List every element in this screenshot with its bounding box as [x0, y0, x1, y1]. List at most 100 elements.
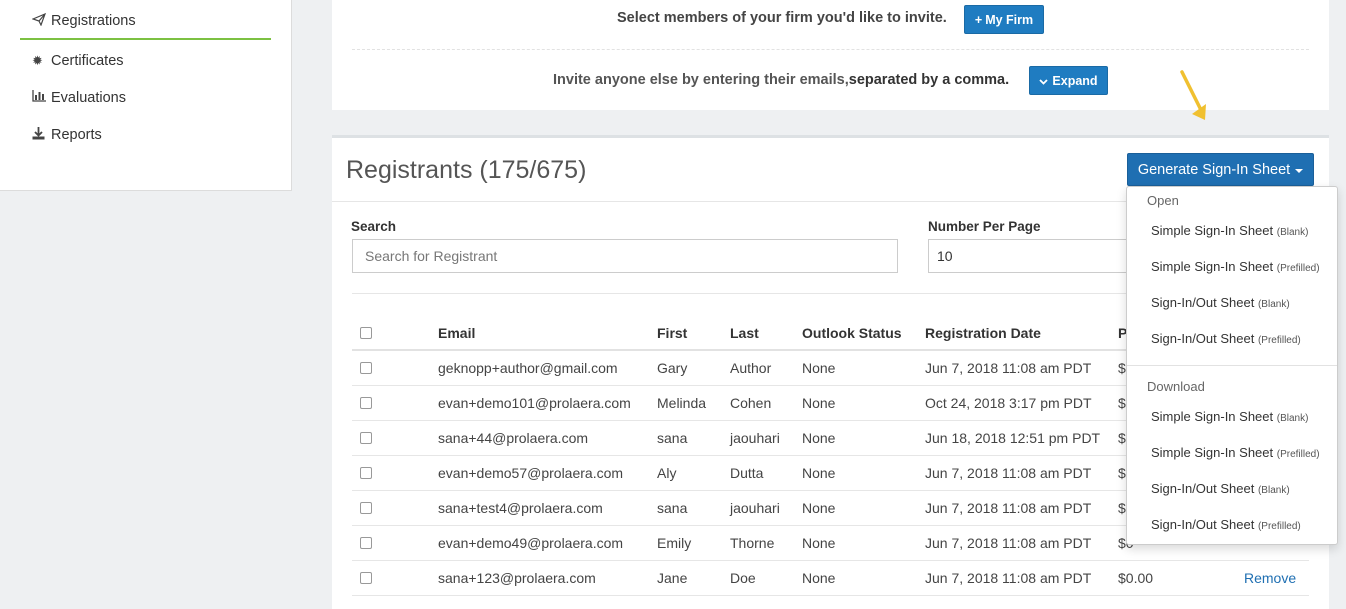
sign-in-sheet-dropdown: Open Simple Sign-In Sheet (Blank) Simple … [1126, 186, 1338, 545]
cell-last: Cohen [730, 395, 772, 411]
dropdown-item-label: Simple Sign-In Sheet [1151, 223, 1274, 238]
cell-last: Author [730, 360, 772, 376]
dropdown-item-label: Simple Sign-In Sheet [1151, 409, 1274, 424]
paper-plane-icon [31, 12, 48, 29]
invite-email-text-part1: Invite anyone else by entering their ema… [553, 72, 849, 88]
cell-outlook-status: None [802, 430, 836, 446]
annotation-arrow-icon [1180, 70, 1206, 120]
dropdown-divider [1127, 365, 1337, 366]
cell-registration-date: Jun 7, 2018 11:08 am PDT [925, 535, 1092, 551]
dropdown-item-note: (Prefilled) [1257, 335, 1301, 346]
cell-email: evan+demo101@prolaera.com [438, 395, 631, 411]
cell-email: sana+test4@prolaera.com [438, 500, 603, 516]
cell-registration-date: Jun 7, 2018 11:08 am PDT [925, 360, 1092, 376]
cell-first: Aly [657, 465, 677, 481]
remove-link[interactable]: Remove [1244, 570, 1296, 586]
cell-first: Emily [657, 535, 692, 551]
row-checkbox[interactable] [360, 467, 372, 479]
cell-outlook-status: None [802, 500, 836, 516]
sidebar-item-certificates[interactable]: ✹ Certificates [20, 42, 271, 79]
cell-first: Gary [657, 360, 688, 376]
dropdown-item-label: Sign-In/Out Sheet [1151, 481, 1255, 496]
cell-registration-date: Jun 7, 2018 11:08 am PDT [925, 570, 1092, 586]
row-checkbox[interactable] [360, 502, 372, 514]
expand-label: Expand [1052, 73, 1098, 88]
dropdown-item[interactable]: Simple Sign-In Sheet (Blank) [1151, 223, 1308, 238]
cell-last: Thorne [730, 535, 775, 551]
invite-firm-text: Select members of your firm you'd like t… [617, 10, 947, 26]
cell-outlook-status: None [802, 535, 836, 551]
plus-icon: + [974, 12, 983, 27]
dropdown-item-label: Sign-In/Out Sheet [1151, 295, 1255, 310]
my-firm-button[interactable]: + My Firm [964, 5, 1044, 34]
dropdown-item[interactable]: Simple Sign-In Sheet (Prefilled) [1151, 259, 1320, 274]
dropdown-item-note: (Blank) [1276, 227, 1309, 238]
row-checkbox[interactable] [360, 537, 372, 549]
cell-email: sana+44@prolaera.com [438, 430, 589, 446]
cell-price: $0.00 [1118, 570, 1154, 586]
generate-sign-in-sheet-button[interactable]: Generate Sign-In Sheet [1127, 153, 1314, 186]
column-header-email[interactable]: Email [438, 325, 475, 341]
dropdown-item-note: (Blank) [1276, 413, 1309, 424]
dropdown-item[interactable]: Simple Sign-In Sheet (Prefilled) [1151, 445, 1320, 460]
table-row: sana+123@prolaera.com Jane Doe None Jun 7, 2… [352, 561, 1309, 596]
dropdown-item-label: Simple Sign-In Sheet [1151, 445, 1274, 460]
sidebar-item-label: Registrations [51, 12, 136, 29]
dropdown-item-note: (Prefilled) [1276, 263, 1320, 274]
cell-email: evan+demo49@prolaera.com [438, 535, 624, 551]
search-input[interactable] [352, 239, 898, 273]
cell-email: geknopp+author@gmail.com [438, 360, 618, 376]
sidebar-item-label: Certificates [51, 52, 124, 69]
dropdown-item[interactable]: Simple Sign-In Sheet (Blank) [1151, 409, 1308, 424]
cell-first: sana [657, 500, 688, 516]
expand-button[interactable]: Expand [1029, 66, 1108, 95]
cell-first: Jane [657, 570, 688, 586]
cell-registration-date: Oct 24, 2018 3:17 pm PDT [925, 395, 1092, 411]
cell-first: sana [657, 430, 688, 446]
sidebar-item-evaluations[interactable]: Evaluations [20, 79, 271, 116]
search-label: Search [351, 219, 397, 234]
page-title: Registrants (175/675) [346, 156, 587, 184]
column-header-first[interactable]: First [657, 325, 687, 341]
column-header-registration-date[interactable]: Registration Date [925, 325, 1041, 341]
cell-last: jaouhari [730, 430, 780, 446]
sidebar-item-reports[interactable]: Reports [20, 116, 271, 153]
invite-email-text: Invite anyone else by entering their ema… [553, 72, 1009, 88]
download-icon [32, 126, 48, 143]
dropdown-item[interactable]: Sign-In/Out Sheet (Blank) [1151, 295, 1290, 310]
dropdown-item-note: (Prefilled) [1276, 449, 1320, 460]
column-header-last[interactable]: Last [730, 325, 759, 341]
cell-email: evan+demo57@prolaera.com [438, 465, 624, 481]
row-checkbox[interactable] [360, 572, 372, 584]
dropdown-item-label: Simple Sign-In Sheet [1151, 259, 1274, 274]
cell-registration-date: Jun 18, 2018 12:51 pm PDT [925, 430, 1101, 446]
dropdown-item-label: Sign-In/Out Sheet [1151, 331, 1255, 346]
cell-outlook-status: None [802, 395, 836, 411]
select-all-checkbox[interactable] [360, 327, 372, 339]
cell-outlook-status: None [802, 465, 836, 481]
dropdown-item[interactable]: Sign-In/Out Sheet (Blank) [1151, 481, 1290, 496]
sidebar-item-label: Evaluations [51, 89, 126, 106]
dropdown-item[interactable]: Sign-In/Out Sheet (Prefilled) [1151, 331, 1301, 346]
cell-registration-date: Jun 7, 2018 11:08 am PDT [925, 500, 1092, 516]
cell-outlook-status: None [802, 360, 836, 376]
row-checkbox[interactable] [360, 397, 372, 409]
my-firm-label: My Firm [985, 12, 1034, 27]
cell-outlook-status: None [802, 570, 836, 586]
sidebar-item-registrations[interactable]: Registrations [20, 3, 271, 40]
row-checkbox[interactable] [360, 362, 372, 374]
invite-email-text-part2: separated by a comma. [848, 72, 1010, 88]
caret-down-icon [1295, 168, 1304, 173]
dropdown-item-label: Sign-In/Out Sheet [1151, 517, 1255, 532]
dropdown-header-download: Download [1147, 379, 1205, 394]
dropdown-item[interactable]: Sign-In/Out Sheet (Prefilled) [1151, 517, 1301, 532]
cell-first: Melinda [657, 395, 707, 411]
cell-registration-date: Jun 7, 2018 11:08 am PDT [925, 465, 1092, 481]
generate-label: Generate Sign-In Sheet [1137, 161, 1291, 178]
sidebar: Registrations ✹ Certificates Evaluations… [0, 0, 292, 191]
chevron-down-icon [1039, 74, 1049, 88]
cell-last: Dutta [730, 465, 764, 481]
column-header-outlook-status[interactable]: Outlook Status [802, 325, 902, 341]
sidebar-item-label: Reports [51, 126, 102, 143]
row-checkbox[interactable] [360, 432, 372, 444]
